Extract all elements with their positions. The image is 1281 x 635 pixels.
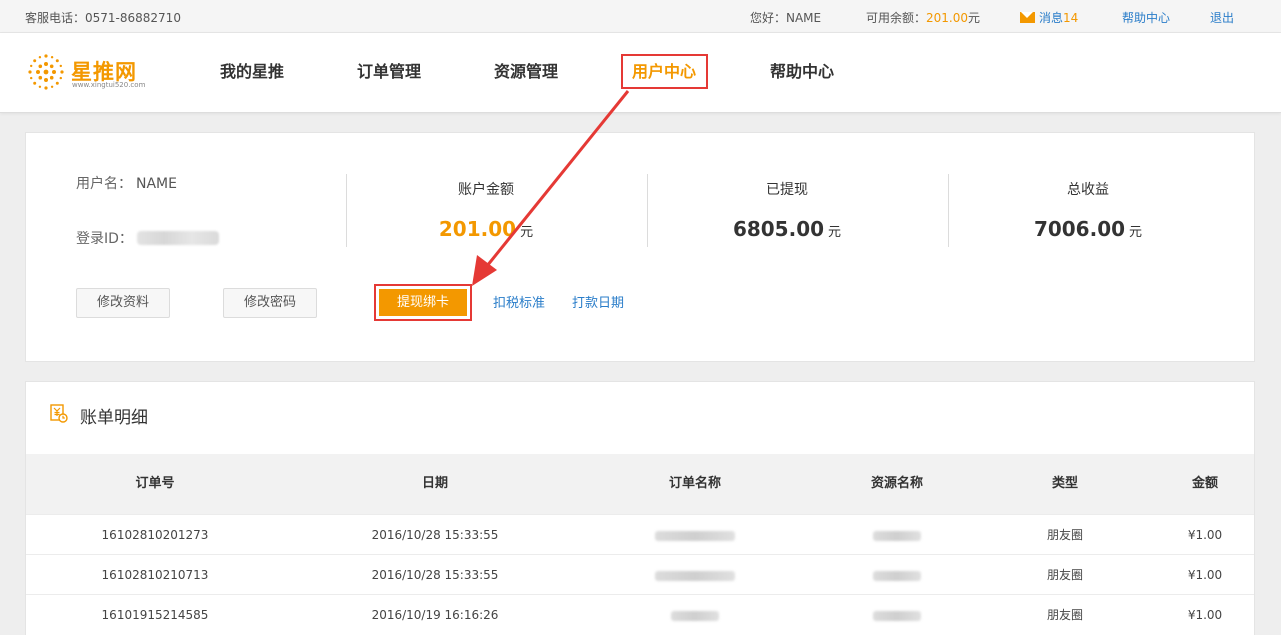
- stat-amount: 6805.00: [732, 217, 825, 241]
- stat-total-income: 总收益 7006.00 元: [948, 179, 1228, 241]
- cell-type: 朋友圈: [1046, 568, 1083, 582]
- payment-date-link[interactable]: 打款日期: [572, 292, 624, 311]
- nav-resource-management[interactable]: 资源管理: [494, 33, 558, 113]
- logo-burst-icon: [28, 54, 64, 90]
- cell-resource-name-redacted: [847, 595, 947, 635]
- column-header-order-no: 订单号: [135, 476, 175, 491]
- cell-order-name-redacted: [645, 555, 745, 595]
- column-header-resource-name: 资源名称: [870, 476, 923, 491]
- bill-details-card: 账单明细 订单号 日期 订单名称 资源名称 类型 金额 161028102012…: [25, 381, 1255, 635]
- redacted-text: [873, 610, 921, 621]
- stat-unit: 元: [520, 225, 534, 240]
- redacted-text: [655, 530, 735, 541]
- edit-profile-button[interactable]: 修改资料: [76, 288, 170, 318]
- balance-amount: 201.00: [926, 11, 969, 25]
- messages-label: 消息: [1039, 11, 1064, 25]
- column-header-type: 类型: [1051, 476, 1078, 491]
- service-phone: 客服电话：0571-86882710: [25, 11, 181, 25]
- cell-order-no: 16102810210713: [101, 568, 209, 582]
- cell-date: 2016/10/28 15:33:55: [371, 568, 499, 582]
- redacted-text: [873, 570, 921, 581]
- stat-amount: 201.00: [438, 217, 517, 241]
- username-label: 用户名：: [76, 176, 132, 192]
- cell-order-no: 16101915214585: [101, 608, 209, 622]
- cell-type: 朋友圈: [1046, 528, 1083, 542]
- login-id-label: 登录ID：: [76, 231, 133, 247]
- username-row: 用户名： NAME: [76, 173, 177, 193]
- cell-amount: ¥1.00: [1187, 528, 1223, 542]
- help-center-link[interactable]: 帮助中心: [1122, 9, 1170, 26]
- username-value: NAME: [136, 176, 177, 192]
- cell-type: 朋友圈: [1046, 608, 1083, 622]
- stat-amount: 7006.00: [1033, 217, 1126, 241]
- cell-resource-name-redacted: [847, 515, 947, 555]
- available-balance: 可用余额：201.00元: [866, 9, 980, 26]
- column-header-order-name: 订单名称: [668, 476, 721, 491]
- bill-icon: [50, 404, 68, 423]
- login-id-redacted: [136, 231, 219, 245]
- stat-unit: 元: [1129, 225, 1143, 240]
- cell-amount: ¥1.00: [1187, 568, 1223, 582]
- column-header-date: 日期: [421, 476, 448, 491]
- stat-value: 7006.00 元: [948, 217, 1228, 241]
- stat-label: 已提现: [766, 182, 808, 198]
- change-password-button[interactable]: 修改密码: [223, 288, 317, 318]
- nav-highlight-box: [621, 54, 708, 89]
- cell-order-no: 16102810201273: [101, 528, 209, 542]
- withdraw-button-highlight: 提现绑卡: [374, 284, 472, 321]
- site-logo[interactable]: 星推网 www.xingtui520.com: [25, 49, 155, 95]
- stat-value: 6805.00 元: [647, 217, 927, 241]
- balance-label: 可用余额：: [866, 11, 927, 25]
- table-header: 订单号 日期 订单名称 资源名称 类型 金额: [26, 454, 1254, 514]
- cell-order-name-redacted: [645, 595, 745, 635]
- stat-label: 账户金额: [458, 182, 514, 198]
- stat-account-balance: 账户金额 201.00 元: [346, 179, 626, 241]
- envelope-icon: [1020, 12, 1035, 23]
- column-header-amount: 金额: [1191, 476, 1218, 491]
- cell-date: 2016/10/28 15:33:55: [371, 528, 499, 542]
- logout-link[interactable]: 退出: [1210, 9, 1234, 26]
- table-row: 16101915214585 2016/10/19 16:16:26 朋友圈 ¥…: [26, 594, 1254, 634]
- cell-resource-name-redacted: [847, 555, 947, 595]
- user-greeting: 您好：NAME: [750, 11, 822, 25]
- redacted-text: [873, 530, 921, 541]
- table-row: 16102810201273 2016/10/28 15:33:55 朋友圈 ¥…: [26, 514, 1254, 554]
- top-bar: 客服电话：0571-86882710 您好：NAME 可用余额：201.00元 …: [0, 0, 1281, 33]
- nav-my-xingtui[interactable]: 我的星推: [220, 33, 284, 113]
- table-row: 16102810210713 2016/10/28 15:33:55 朋友圈 ¥…: [26, 554, 1254, 594]
- stat-unit: 元: [828, 225, 842, 240]
- logo-url: www.xingtui520.com: [72, 81, 146, 89]
- stat-withdrawn: 已提现 6805.00 元: [647, 179, 927, 241]
- nav-order-management[interactable]: 订单管理: [357, 33, 421, 113]
- stat-value: 201.00 元: [346, 217, 626, 241]
- cell-amount: ¥1.00: [1187, 608, 1223, 622]
- cell-date: 2016/10/19 16:16:26: [371, 608, 499, 622]
- tax-standard-link[interactable]: 扣税标准: [493, 292, 545, 311]
- withdraw-bind-card-button[interactable]: 提现绑卡: [379, 289, 467, 316]
- redacted-text: [655, 570, 735, 581]
- nav-help-center[interactable]: 帮助中心: [770, 33, 834, 113]
- login-id-row: 登录ID：: [76, 228, 219, 248]
- main-header: 星推网 www.xingtui520.com 我的星推 订单管理 资源管理 用户…: [0, 33, 1281, 113]
- cell-order-name-redacted: [645, 515, 745, 555]
- stat-label: 总收益: [1067, 182, 1109, 198]
- bill-title: 账单明细: [80, 408, 148, 428]
- messages-link[interactable]: 消息14: [1020, 9, 1078, 26]
- account-summary-card: 用户名： NAME 登录ID： 账户金额 201.00 元 已提现 6805.00 元…: [25, 132, 1255, 362]
- messages-count: 14: [1063, 11, 1079, 25]
- balance-unit: 元: [968, 11, 981, 25]
- redacted-text: [671, 610, 719, 621]
